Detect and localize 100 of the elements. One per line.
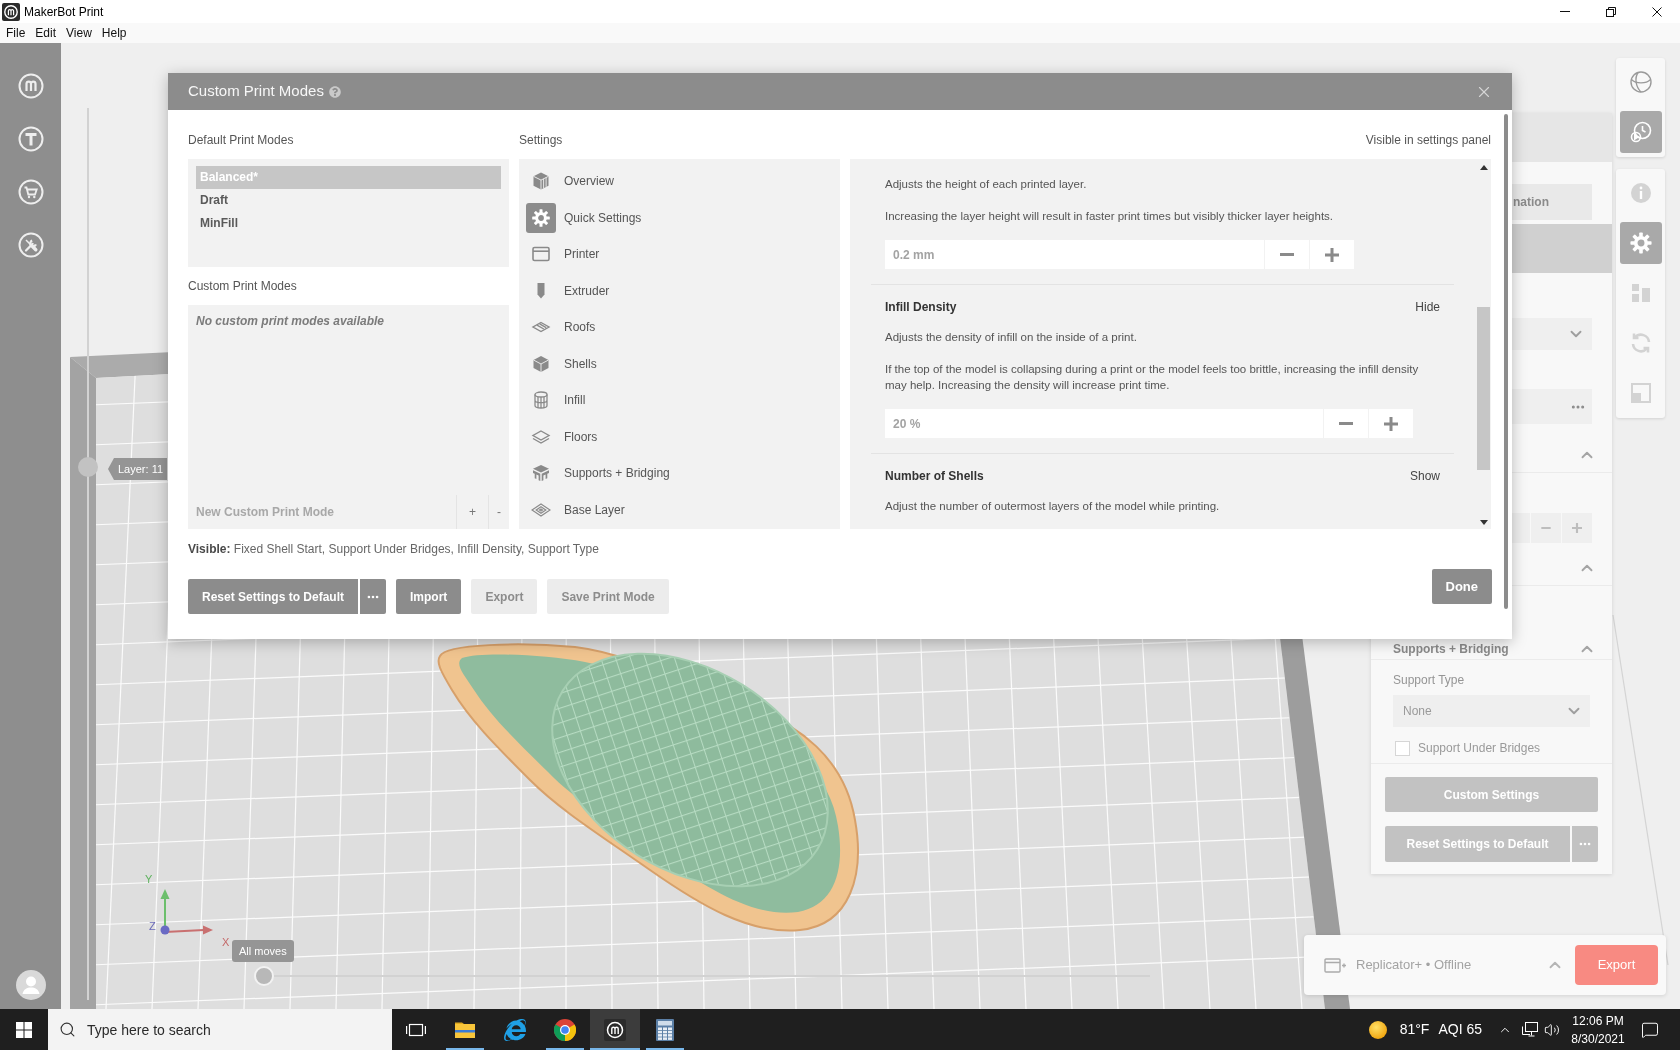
menu-item[interactable]: Edit <box>30 24 62 42</box>
menu-item[interactable]: View <box>61 24 97 42</box>
checkbox-label: Support Under Bridges <box>1418 740 1541 757</box>
restore-icon[interactable] <box>1606 6 1616 17</box>
section-label: Settings <box>519 132 563 149</box>
section-label: Visible in settings panel <box>1365 132 1491 149</box>
scroll-up-icon[interactable] <box>1480 165 1488 170</box>
scroll-down-icon[interactable] <box>1480 520 1488 525</box>
increment-button[interactable] <box>1562 513 1592 543</box>
settings-category[interactable]: Base Layer <box>526 491 833 528</box>
temperature: 81°F <box>1399 1020 1430 1039</box>
folder-icon <box>454 1020 476 1039</box>
plus-icon <box>1572 523 1582 533</box>
minus-icon <box>1339 422 1353 425</box>
axis-label: Z <box>149 919 156 933</box>
close-icon[interactable] <box>1652 6 1662 17</box>
settings-category[interactable]: Overview <box>526 163 833 200</box>
visibility-toggle[interactable]: Show <box>1409 467 1440 485</box>
start-icon[interactable] <box>16 1021 32 1038</box>
setting-title: Number of Shells <box>885 468 984 485</box>
minus-icon <box>1280 253 1294 256</box>
calculator-icon <box>656 1018 674 1041</box>
settings-category[interactable]: Roofs <box>526 309 833 346</box>
print-mode-item[interactable]: Draft <box>196 189 501 212</box>
cart-icon[interactable] <box>17 179 44 205</box>
visibility-toggle[interactable]: Hide <box>1415 298 1440 316</box>
gear-icon[interactable] <box>1619 222 1662 264</box>
settings-category[interactable]: Quick Settings <box>526 199 833 236</box>
cylinder-icon[interactable] <box>531 390 551 411</box>
visible-settings-summary: Visible: Fixed Shell Start, Support Under Bridges, Infill Density, Support Type <box>188 541 600 558</box>
gear-icon[interactable] <box>526 202 556 233</box>
moves-slider-track[interactable] <box>254 966 1150 986</box>
section-label: Custom Print Modes <box>188 278 297 295</box>
layer-tag: Layer: 11 <box>108 458 168 480</box>
axis-gizmo-drawing <box>160 888 214 935</box>
circled-m-icon <box>604 1018 626 1041</box>
decrement-button[interactable] <box>1324 409 1368 438</box>
solid-cube-icon[interactable] <box>531 353 551 374</box>
search-icon <box>59 1021 76 1038</box>
minus-icon <box>1541 527 1551 529</box>
sphere-icon[interactable] <box>1628 70 1653 94</box>
moves-tooltip: All moves <box>232 940 294 962</box>
increment-button[interactable] <box>1369 409 1413 438</box>
scrollbar-thumb[interactable] <box>1504 114 1508 609</box>
text-field[interactable] <box>1512 389 1592 424</box>
search-field[interactable]: Type here to search <box>48 1009 392 1050</box>
printer-status: Replicator+ • Offline <box>1356 956 1473 975</box>
section-label: Default Print Modes <box>188 132 294 149</box>
settings-category[interactable]: Extruder <box>526 272 833 309</box>
axis-label: Y <box>145 872 153 886</box>
add-button[interactable]: + <box>456 495 488 529</box>
setting-title: Infill Density <box>885 299 957 316</box>
new-mode-field[interactable]: New Custom Print Mode <box>188 495 456 529</box>
cube-on-pillars-icon[interactable] <box>531 463 551 484</box>
network-icon[interactable] <box>1522 1022 1538 1037</box>
print-mode-item[interactable]: MinFill <box>196 212 501 235</box>
e-letter-icon <box>504 1018 526 1041</box>
settings-category[interactable]: Floors <box>526 418 833 455</box>
window-plus-icon <box>1324 957 1346 973</box>
scrollbar-thumb[interactable] <box>1477 307 1490 470</box>
settings-category[interactable]: Shells <box>526 345 833 382</box>
tricolor-circle-icon <box>554 1018 576 1041</box>
plus-icon <box>1325 247 1339 262</box>
number-field[interactable] <box>1512 513 1530 543</box>
menu-item[interactable]: Help <box>96 24 132 42</box>
settings-category[interactable]: Infill <box>526 382 833 419</box>
settings-category[interactable]: Printer <box>526 236 833 273</box>
wrench-screwdriver-icon[interactable] <box>17 232 44 258</box>
axis-label: X <box>222 935 230 949</box>
empty-message: No custom print modes available <box>196 313 385 329</box>
clock-play-icon[interactable] <box>1619 111 1662 153</box>
clock-time[interactable]: 12:06 PM <box>1572 1011 1624 1030</box>
circled-m-icon[interactable] <box>17 73 44 99</box>
field-label: Support Type <box>1393 672 1465 688</box>
checkbox[interactable] <box>1395 740 1410 756</box>
window-title: MakerBot Print <box>24 3 104 21</box>
help-icon[interactable] <box>328 85 341 98</box>
settings-category[interactable]: Supports + Bridging <box>526 455 833 492</box>
cube-icon[interactable] <box>531 171 551 192</box>
plus-icon <box>1384 416 1398 431</box>
dialog-title: Custom Print Modes <box>188 81 324 102</box>
speaker-icon[interactable] <box>1544 1021 1560 1038</box>
circled-t-icon[interactable] <box>17 126 44 152</box>
notification-icon[interactable] <box>1641 1020 1659 1039</box>
increment-button[interactable] <box>1310 240 1354 269</box>
taskbar-app-button[interactable] <box>590 1009 640 1050</box>
sun-icon[interactable] <box>1368 1020 1387 1039</box>
setting-description: If the top of the model is collapsing during a print or the model feels too brittle, increasing the infill density may help. Increasing the density will increase print time. <box>885 362 1420 393</box>
menu-item[interactable]: File <box>1 24 31 42</box>
remove-button[interactable]: - <box>488 495 509 529</box>
more-button[interactable] <box>360 579 387 614</box>
clock-date[interactable]: 8/30/2021 <box>1571 1029 1625 1048</box>
decrement-button[interactable] <box>1265 240 1309 269</box>
air-quality: AQI 65 <box>1438 1020 1482 1039</box>
layer-slider-track[interactable] <box>78 108 98 1000</box>
section-title: Supports + Bridging <box>1393 641 1509 658</box>
setting-description: Increasing the layer height will result in faster print times but visibly thicker layer heights. <box>885 209 1335 224</box>
avatar-icon[interactable] <box>15 970 46 1000</box>
task-view-icon[interactable] <box>406 1021 426 1038</box>
setting-description: Adjust the number of outermost layers of the model while printing. <box>885 499 1221 514</box>
